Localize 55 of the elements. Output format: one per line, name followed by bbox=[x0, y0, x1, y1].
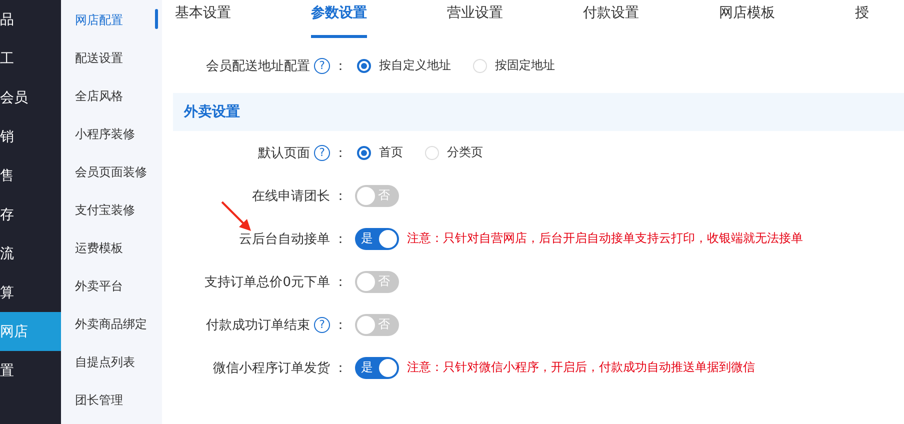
colon: ： bbox=[334, 58, 347, 74]
help-icon[interactable]: ? bbox=[314, 144, 330, 160]
submenu-item[interactable]: 外卖商品绑定 bbox=[75, 305, 162, 343]
submenu-item[interactable]: 网店配置 bbox=[75, 1, 162, 39]
sidebar-item[interactable]: 销 bbox=[0, 117, 61, 156]
radio-label: 按自定义地址 bbox=[379, 57, 451, 74]
submenu-item[interactable]: 会员页面装修 bbox=[75, 153, 162, 191]
colon: ： bbox=[334, 144, 347, 162]
colon: ： bbox=[334, 230, 347, 248]
toggle-switch[interactable]: 是 bbox=[355, 356, 399, 378]
sidebar-item[interactable]: 置 bbox=[0, 351, 61, 390]
submenu-item[interactable]: 配送设置 bbox=[75, 39, 162, 77]
sidebar-item[interactable]: 存 bbox=[0, 195, 61, 234]
radio-label: 分类页 bbox=[447, 144, 483, 161]
field-label: 支持订单总价0元下单 bbox=[204, 274, 330, 290]
arrow-annotation bbox=[220, 200, 254, 234]
sidebar-item[interactable]: 售 bbox=[0, 156, 61, 195]
submenu-item[interactable]: 团长管理 bbox=[75, 381, 162, 419]
radio-label: 首页 bbox=[379, 144, 403, 161]
sidebar-item[interactable]: 流 bbox=[0, 234, 61, 273]
sidebar-item[interactable]: 工 bbox=[0, 39, 61, 78]
field-label: 付款成功订单结束 bbox=[206, 316, 310, 334]
toggle-switch[interactable]: 是 bbox=[355, 228, 399, 250]
colon: ： bbox=[334, 274, 347, 290]
tab[interactable]: 付款设置 bbox=[583, 0, 719, 40]
sidebar-item[interactable]: 品 bbox=[0, 0, 61, 39]
tab[interactable]: 授 bbox=[855, 0, 904, 40]
help-icon[interactable]: ? bbox=[314, 58, 330, 74]
sidebar-item[interactable]: 算 bbox=[0, 273, 61, 312]
field-label: 默认页面 bbox=[258, 144, 310, 162]
field-label: 在线申请团长 bbox=[252, 188, 330, 204]
submenu-item[interactable]: 全店风格 bbox=[75, 77, 162, 115]
sidebar-item[interactable]: 会员 bbox=[0, 78, 61, 117]
tab[interactable]: 网店模板 bbox=[719, 0, 855, 40]
warning-note: 注意：只针对自营网店，后台开启自动接单支持云打印，收银端就无法接单 bbox=[407, 230, 803, 247]
field-label: 云后台自动接单 bbox=[239, 230, 330, 248]
tab[interactable]: 基本设置 bbox=[175, 0, 311, 40]
field-label: 会员配送地址配置 bbox=[206, 58, 310, 74]
colon: ： bbox=[334, 360, 347, 376]
submenu-item[interactable]: 外卖平台 bbox=[75, 267, 162, 305]
radio-button[interactable] bbox=[357, 58, 371, 72]
field-label: 微信小程序订单发货 bbox=[213, 360, 330, 376]
tab[interactable]: 营业设置 bbox=[447, 0, 583, 40]
radio-button[interactable] bbox=[357, 146, 371, 160]
help-icon[interactable]: ? bbox=[314, 316, 330, 332]
submenu-item[interactable]: 自提点列表 bbox=[75, 343, 162, 381]
submenu-item[interactable]: 支付宝装修 bbox=[75, 191, 162, 229]
submenu-item[interactable]: 运费模板 bbox=[75, 229, 162, 267]
tab[interactable]: 参数设置 bbox=[311, 0, 447, 40]
section-title: 外卖设置 bbox=[184, 103, 240, 121]
submenu-item[interactable]: 小程序装修 bbox=[75, 115, 162, 153]
colon: ： bbox=[334, 188, 347, 204]
colon: ： bbox=[334, 316, 347, 334]
warning-note: 注意：只针对微信小程序，开启后，付款成功自动推送单据到微信 bbox=[407, 359, 755, 376]
radio-label: 按固定地址 bbox=[495, 57, 555, 74]
